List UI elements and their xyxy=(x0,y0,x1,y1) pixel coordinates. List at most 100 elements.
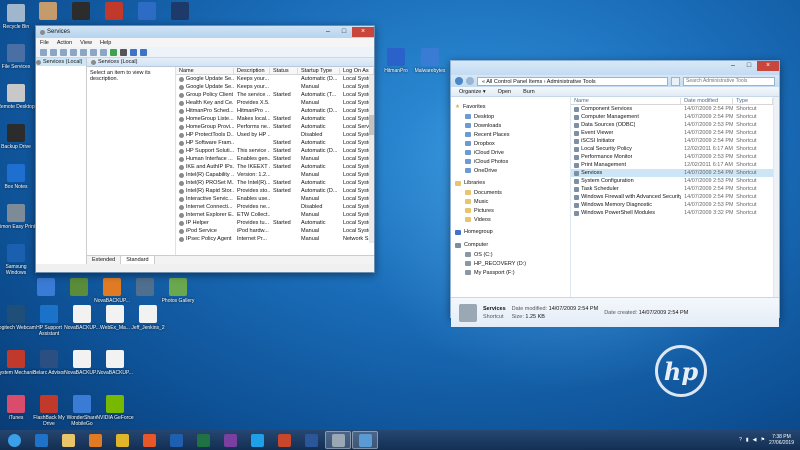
column-header-startup-type[interactable]: Startup Type xyxy=(298,67,340,74)
file-row[interactable]: Print Management 12/02/2011 6:17 AM Shortc… xyxy=(571,161,773,169)
taskbar-explorer[interactable] xyxy=(55,431,81,449)
address-bar[interactable]: « All Control Panel Items › Administrati… xyxy=(477,76,668,86)
file-row[interactable]: Windows Memory Diagnostic 14/07/2009 2:53… xyxy=(571,201,773,209)
pause-icon[interactable] xyxy=(130,48,137,56)
computer-header[interactable]: Computer xyxy=(451,240,570,250)
favorites-header[interactable]: ★ Favorites xyxy=(451,102,570,112)
service-row[interactable]: Interactive Servic... Enables use... Manua… xyxy=(176,195,374,203)
desktop-icon[interactable]: Malwarebytes xyxy=(410,48,450,74)
export-icon[interactable] xyxy=(80,48,87,56)
service-row[interactable]: Intel(R) PROSet M... The Intel(R)... Start… xyxy=(176,179,374,187)
nav-item-my-passport-f[interactable]: My Passport (F:) xyxy=(451,268,570,277)
desktop-icon[interactable]: Box Notes xyxy=(0,164,36,190)
nav-item-icloud-drive[interactable]: iCloud Drive xyxy=(451,148,570,157)
file-row[interactable]: Computer Management 14/07/2009 2:54 PM Sho… xyxy=(571,113,773,121)
back-icon[interactable] xyxy=(455,77,463,85)
desktop-icon[interactable]: NovaBACKUP... xyxy=(95,350,135,376)
close-button[interactable]: × xyxy=(757,61,779,71)
service-row[interactable]: IPsec Policy Agent Internet Pr... Manual Ne… xyxy=(176,235,374,243)
column-header-description[interactable]: Description xyxy=(234,67,270,74)
service-row[interactable]: Health Key and Ce... Provides X.5... Manua… xyxy=(176,99,374,107)
forward-icon[interactable] xyxy=(466,77,474,85)
column-header-name[interactable]: Name xyxy=(571,97,682,104)
service-row[interactable]: Intel(R) Rapid Stor... Provides sto... Sta… xyxy=(176,187,374,195)
desktop-icon[interactable]: Jeff_Jenkins_2 xyxy=(128,305,168,331)
service-row[interactable]: Google Update Se... Keeps your... Automati… xyxy=(176,75,374,83)
clock[interactable]: 7:38 PM 27/06/2019 xyxy=(769,434,794,446)
taskbar-outlook[interactable] xyxy=(163,431,189,449)
network-icon[interactable]: ▮ xyxy=(746,437,749,443)
menu-help[interactable]: Help xyxy=(100,40,111,46)
service-row[interactable]: iPod Service iPod hardw... Manual Local Sys… xyxy=(176,227,374,235)
organize-button[interactable]: Organize ▾ xyxy=(459,89,486,95)
file-row[interactable]: Event Viewer 14/07/2009 2:54 PM Shortcut xyxy=(571,129,773,137)
volume-icon[interactable]: ◀ xyxy=(753,437,757,443)
service-row[interactable]: HomeGroup Liste... Makes local... Started A… xyxy=(176,115,374,123)
desktop-icon[interactable]: Remote Desktop xyxy=(0,84,36,110)
services-window[interactable]: Services – □ × File Action View Help Servic… xyxy=(35,25,375,273)
restart-icon[interactable] xyxy=(140,48,147,56)
service-row[interactable]: HomeGroup Provi... Performs ne... Started A… xyxy=(176,123,374,131)
taskbar-ie[interactable] xyxy=(28,431,54,449)
help-icon[interactable]: ? xyxy=(739,437,742,443)
service-row[interactable]: Human Interface ... Enables gen... Started… xyxy=(176,155,374,163)
taskbar-word[interactable] xyxy=(298,431,324,449)
nav-item-pictures[interactable]: Pictures xyxy=(451,206,570,215)
column-header-name[interactable]: Name xyxy=(176,67,234,74)
file-row[interactable]: Task Scheduler 14/07/2009 2:54 PM Shortcut xyxy=(571,185,773,193)
taskbar-onenote[interactable] xyxy=(217,431,243,449)
tab-standard[interactable]: Standard xyxy=(121,256,155,264)
taskbar-windows[interactable] xyxy=(1,431,27,449)
nav-item-onedrive[interactable]: OneDrive xyxy=(451,166,570,175)
service-row[interactable]: HP Support Soluti... This service ... Star… xyxy=(176,147,374,155)
forward-icon[interactable] xyxy=(50,48,57,56)
desktop-icon[interactable]: Simon Easy Print xyxy=(0,204,36,230)
service-row[interactable]: IP Helper Provides tu... Started Automatic L… xyxy=(176,219,374,227)
nav-item-music[interactable]: Music xyxy=(451,197,570,206)
desktop-icon[interactable]: Backup Drive xyxy=(0,124,36,150)
service-row[interactable]: Internet Explorer E... ETW Collect... Manu… xyxy=(176,211,374,219)
console-tree-icon[interactable] xyxy=(60,48,67,56)
nav-item-downloads[interactable]: Downloads xyxy=(451,121,570,130)
nav-item-videos[interactable]: Videos xyxy=(451,215,570,224)
taskbar-powerpoint[interactable] xyxy=(271,431,297,449)
nav-item-desktop[interactable]: Desktop xyxy=(451,112,570,121)
desktop-icon[interactable] xyxy=(160,2,200,22)
nav-item-documents[interactable]: Documents xyxy=(451,188,570,197)
stop-icon[interactable] xyxy=(120,48,127,56)
file-row[interactable]: Component Services 14/07/2009 2:54 PM Shor… xyxy=(571,105,773,113)
search-input[interactable] xyxy=(683,76,775,86)
menu-file[interactable]: File xyxy=(40,40,49,46)
refresh-icon[interactable] xyxy=(671,76,680,86)
file-row[interactable]: Performance Monitor 14/07/2009 2:53 PM Sho… xyxy=(571,153,773,161)
taskbar-services[interactable] xyxy=(325,431,351,449)
scrollbar[interactable] xyxy=(369,75,374,243)
file-row[interactable]: System Configuration 14/07/2009 2:53 PM Sh… xyxy=(571,177,773,185)
taskbar-excel[interactable] xyxy=(190,431,216,449)
help-icon[interactable] xyxy=(90,48,97,56)
file-row[interactable]: iSCSI Initiator 14/07/2009 2:54 PM Shortcu… xyxy=(571,137,773,145)
column-header-log-on-as[interactable]: Log On As xyxy=(340,67,374,74)
services-titlebar[interactable]: Services – □ × xyxy=(36,26,374,38)
desktop-icon[interactable]: NVIDIA GeForce xyxy=(95,395,135,421)
file-row[interactable]: Local Security Policy 12/02/2011 6:17 AM S… xyxy=(571,145,773,153)
column-header-date-modified[interactable]: Date modified xyxy=(681,97,734,104)
nav-item-hp-recovery-d[interactable]: HP_RECOVERY (D:) xyxy=(451,259,570,268)
column-header-type[interactable]: Type xyxy=(733,97,774,104)
scrollbar[interactable] xyxy=(773,97,779,297)
nav-item-icloud-photos[interactable]: iCloud Photos xyxy=(451,157,570,166)
menu-view[interactable]: View xyxy=(80,40,92,46)
service-row[interactable]: Internet Connecti... Provides ne... Disabl… xyxy=(176,203,374,211)
file-row[interactable]: Data Sources (ODBC) 14/07/2009 2:53 PM Sho… xyxy=(571,121,773,129)
service-row[interactable]: HP Software Fram... Started Automatic Local… xyxy=(176,139,374,147)
desktop-icon[interactable]: Photos Gallery xyxy=(158,278,198,304)
service-row[interactable]: Intel(R) Capability ... Version: 1.2... Ma… xyxy=(176,171,374,179)
nav-item-recent-places[interactable]: Recent Places xyxy=(451,130,570,139)
nav-item-dropbox[interactable]: Dropbox xyxy=(451,139,570,148)
minimize-button[interactable]: – xyxy=(725,61,741,71)
taskbar-firefox[interactable] xyxy=(136,431,162,449)
back-icon[interactable] xyxy=(40,48,47,56)
explorer-window[interactable]: – □ × « All Control Panel Items › Admini… xyxy=(450,60,780,327)
refresh-icon[interactable] xyxy=(70,48,77,56)
close-button[interactable]: × xyxy=(352,27,374,37)
